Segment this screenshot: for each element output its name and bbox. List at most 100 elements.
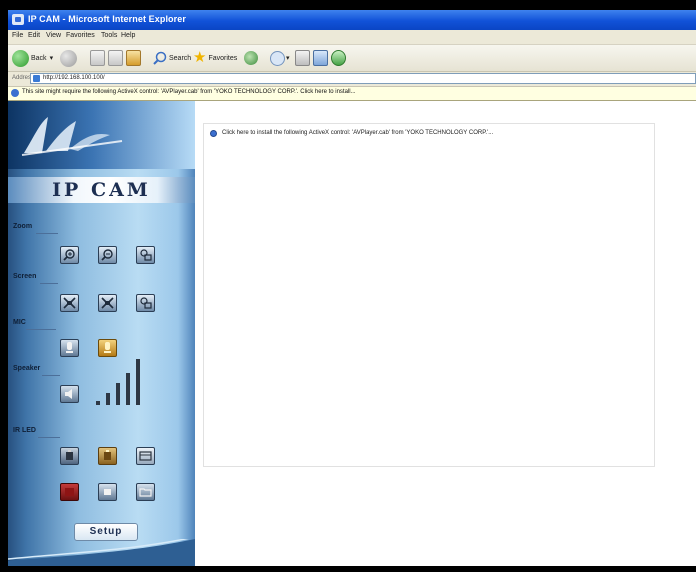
menu-edit[interactable]: Edit [28,32,40,39]
record-icon [65,488,74,496]
back-button[interactable]: Back ▾ [12,49,53,67]
ie-icon [12,14,24,25]
menu-tools[interactable]: Tools [101,32,117,39]
record-button[interactable] [60,483,79,501]
ir-led-label: IR LED [13,427,36,434]
volume-bar [106,393,110,405]
favorites-star-icon: ★ [193,49,207,66]
mail-icon [270,50,285,66]
mic-underline [26,329,56,330]
activex-install-prompt[interactable]: Click here to install the following Acti… [222,130,493,136]
history-button[interactable] [244,49,258,67]
messenger-button[interactable] [331,49,346,67]
mic-off-icon [66,342,73,353]
menu-bar: File Edit View Favorites Tools Help [8,30,696,45]
camera-view-area: Click here to install the following Acti… [195,101,696,566]
window-title: IP CAM - Microsoft Internet Explorer [28,14,186,24]
speaker-label: Speaker [13,365,41,372]
screen-label: Screen [13,273,37,280]
volume-bar [96,401,100,405]
edit-icon [313,50,328,66]
favorites-label: Favorites [208,54,238,62]
zoom-out-button[interactable] [98,246,117,264]
stop-icon [90,50,105,66]
zoom-out-icon [101,249,113,261]
print-button[interactable] [295,49,310,67]
logo-area [8,101,195,169]
shield-icon [11,89,19,97]
menu-help[interactable]: Help [121,32,135,39]
volume-bar [136,359,140,405]
refresh-icon [108,50,123,66]
screen-reset-button[interactable] [136,294,155,312]
zoom-label: Zoom [13,223,33,230]
fullscreen-icon [63,297,76,309]
mic-on-icon [104,342,111,353]
ir-led-on-button[interactable] [98,447,117,465]
search-icon [153,51,167,65]
menu-file[interactable]: File [12,32,23,39]
mail-button[interactable]: ▾ [270,49,290,67]
volume-bar [126,373,130,405]
folder-icon [139,488,152,497]
information-bar-text[interactable]: This site might require the following Ac… [22,89,356,95]
toolbar: Back ▾ Search ★ Favorites ▾ [8,45,696,72]
ir-led-auto-button[interactable] [136,447,155,465]
activex-shield-icon [210,130,217,137]
back-dropdown-icon[interactable]: ▾ [50,54,54,62]
zoom-in-icon [63,249,75,261]
browser-window: IP CAM - Microsoft Internet Explorer Fil… [8,10,696,566]
title-bar[interactable]: IP CAM - Microsoft Internet Explorer [8,10,696,30]
page-icon [33,75,40,82]
zoom-reset-button[interactable] [136,246,155,264]
address-bar: Address http://192.168.100.100/ [8,72,696,87]
menu-view[interactable]: View [46,32,61,39]
screen-reset-icon [140,297,152,309]
brand-logo [21,117,123,156]
edit-button[interactable] [313,49,328,67]
speaker-underline [42,375,60,376]
speaker-icon [65,389,72,399]
normal-screen-button[interactable] [98,294,117,312]
search-label: Search [169,54,192,62]
mail-dropdown-icon[interactable]: ▾ [286,54,290,62]
ir-led-off-icon [66,450,73,460]
home-icon [126,50,141,66]
screenshot-frame: IP CAM - Microsoft Internet Explorer Fil… [0,0,696,572]
print-icon [295,50,310,66]
normal-screen-icon [101,297,114,309]
zoom-in-button[interactable] [60,246,79,264]
refresh-button[interactable] [108,49,123,67]
back-arrow-icon [12,49,29,67]
stop-button[interactable] [90,49,105,67]
folder-button[interactable] [136,483,155,501]
mic-label: MIC [13,319,26,326]
mic-on-button[interactable] [98,339,117,357]
home-button[interactable] [126,49,141,67]
sidebar-swoosh [8,539,195,566]
address-url[interactable]: http://192.168.100.100/ [43,75,105,81]
ir-led-off-button[interactable] [60,447,79,465]
menu-favorites[interactable]: Favorites [66,32,95,39]
information-bar[interactable]: This site might require the following Ac… [8,87,696,101]
back-label: Back [31,54,47,62]
ir-led-on-icon [104,450,111,460]
forward-button[interactable] [60,49,77,67]
messenger-icon [331,50,346,66]
screen-underline [40,283,58,284]
fullscreen-button[interactable] [60,294,79,312]
speaker-button[interactable] [60,385,79,403]
volume-level-icon[interactable] [96,359,156,405]
ir-led-underline [38,437,60,438]
volume-bar [116,383,120,405]
zoom-reset-icon [140,249,152,261]
ipcam-title: IP CAM [52,179,151,201]
mic-off-button[interactable] [60,339,79,357]
snapshot-button[interactable] [98,483,117,501]
activex-placeholder[interactable]: Click here to install the following Acti… [203,123,655,467]
ir-led-auto-icon [139,451,152,461]
favorites-button[interactable]: ★ Favorites [193,49,237,67]
search-button[interactable]: Search [153,49,191,67]
address-input[interactable]: http://192.168.100.100/ [30,73,696,84]
forward-arrow-icon [60,49,77,67]
